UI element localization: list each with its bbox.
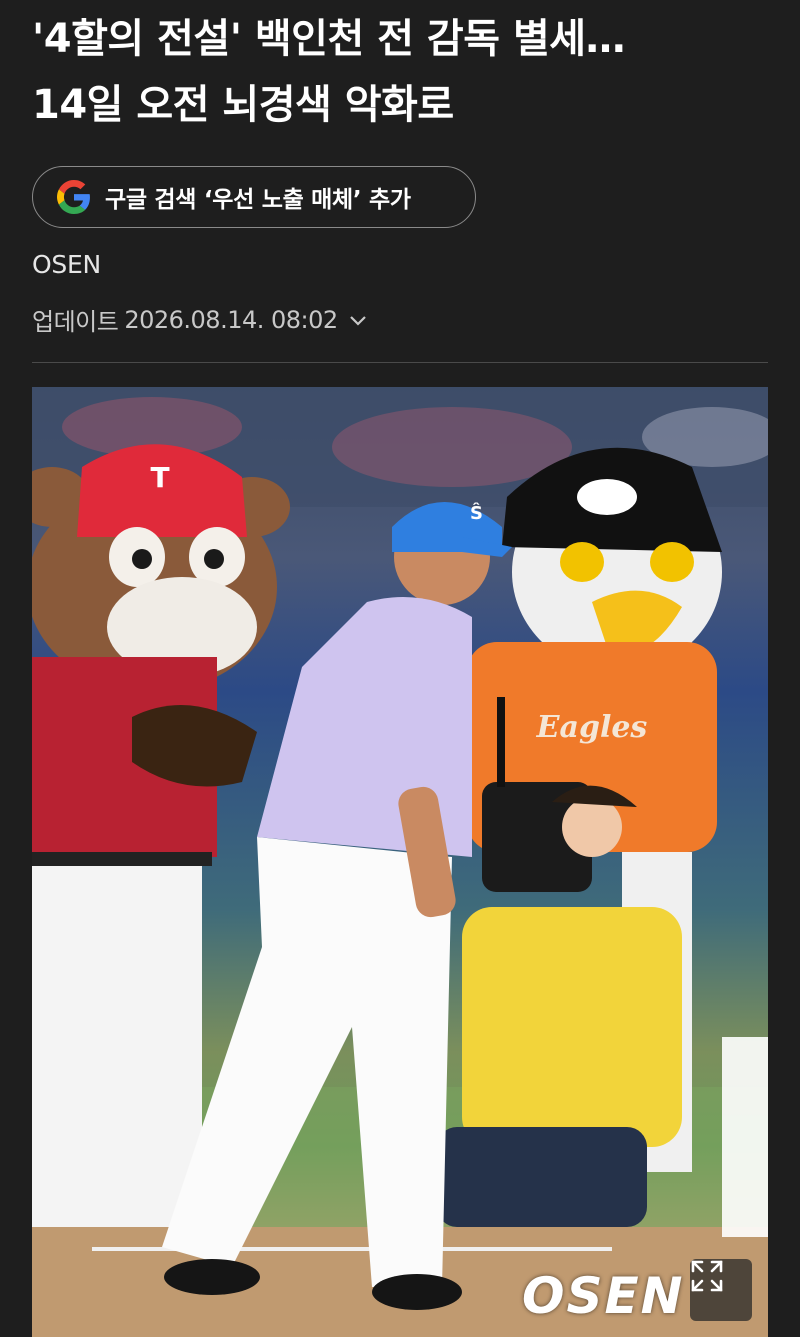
article-photo[interactable]: T Eagles Ŝ OSEN bbox=[32, 387, 768, 1337]
osen-watermark: OSEN bbox=[522, 1267, 685, 1325]
google-preferred-source-button[interactable]: 구글 검색 ‘우선 노출 매체’ 추가 bbox=[32, 166, 476, 228]
updated-label: 업데이트 bbox=[32, 308, 119, 336]
photo-illustration: T Eagles Ŝ bbox=[32, 387, 768, 1337]
google-chip-label: 구글 검색 ‘우선 노출 매체’ 추가 bbox=[105, 187, 411, 213]
headline-line-1: '4할의 전설' 백인천 전 감독 별세… bbox=[32, 16, 626, 62]
svg-text:Eagles: Eagles bbox=[536, 710, 648, 745]
article-headline: '4할의 전설' 백인천 전 감독 별세… 14일 오전 뇌경색 악화로 bbox=[32, 6, 772, 138]
expand-icon bbox=[691, 1260, 723, 1292]
article-source: OSEN bbox=[32, 250, 101, 279]
svg-text:T: T bbox=[150, 461, 169, 494]
updated-timestamp-toggle[interactable]: 업데이트 2026.08.14. 08:02 bbox=[32, 302, 368, 337]
headline-line-2: 14일 오전 뇌경색 악화로 bbox=[32, 82, 454, 128]
chevron-down-icon bbox=[349, 315, 366, 326]
divider bbox=[32, 362, 768, 363]
expand-photo-button[interactable] bbox=[690, 1259, 752, 1321]
updated-time: 2026.08.14. 08:02 bbox=[124, 305, 338, 334]
google-g-icon bbox=[57, 180, 90, 214]
svg-text:Ŝ: Ŝ bbox=[470, 502, 483, 524]
